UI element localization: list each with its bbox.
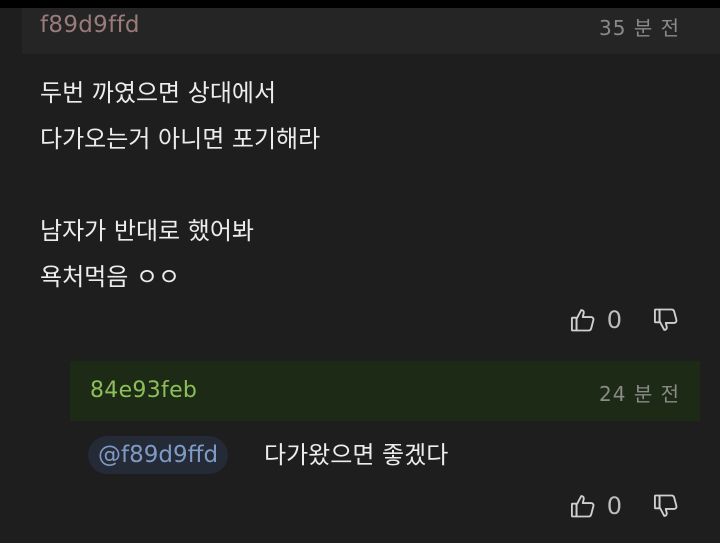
top-bar [0,0,720,8]
comment-line: 두번 까였으면 상대에서 [40,79,277,107]
comment-time: 35 분 전 [599,16,680,40]
like-count: 0 [606,306,622,334]
dislike-button[interactable] [652,492,680,520]
comment-header: f89d9ffd 35 분 전 [22,8,720,54]
reply-votes: 0 [569,492,680,520]
comment-author[interactable]: f89d9ffd [40,12,140,38]
comment-line: 욕처먹음 ㅇㅇ [40,263,181,291]
comment-votes: 0 [569,306,680,334]
thumbs-down-icon [653,308,678,331]
comment-line: 다가오는거 아니면 포기해라 [40,125,321,153]
mention-chip[interactable]: @f89d9ffd [88,436,229,474]
thumbs-up-icon [570,495,595,518]
comment-line-blank [40,162,680,208]
dislike-button[interactable] [652,306,680,334]
reply-text: 다가왔으면 좋겠다 [264,441,449,469]
reply-time: 24 분 전 [599,382,680,406]
thumbs-down-icon [653,494,678,517]
comment-line: 남자가 반대로 했어봐 [40,217,254,245]
like-button[interactable] [569,492,597,520]
like-count: 0 [606,492,622,520]
reply-header: 84e93feb 24 분 전 [70,361,700,421]
like-button[interactable] [569,306,597,334]
comment-body: 두번 까였으면 상대에서 다가오는거 아니면 포기해라 남자가 반대로 했어봐 … [40,70,680,300]
thumbs-up-icon [570,309,595,332]
reply-author[interactable]: 84e93feb [90,378,197,403]
